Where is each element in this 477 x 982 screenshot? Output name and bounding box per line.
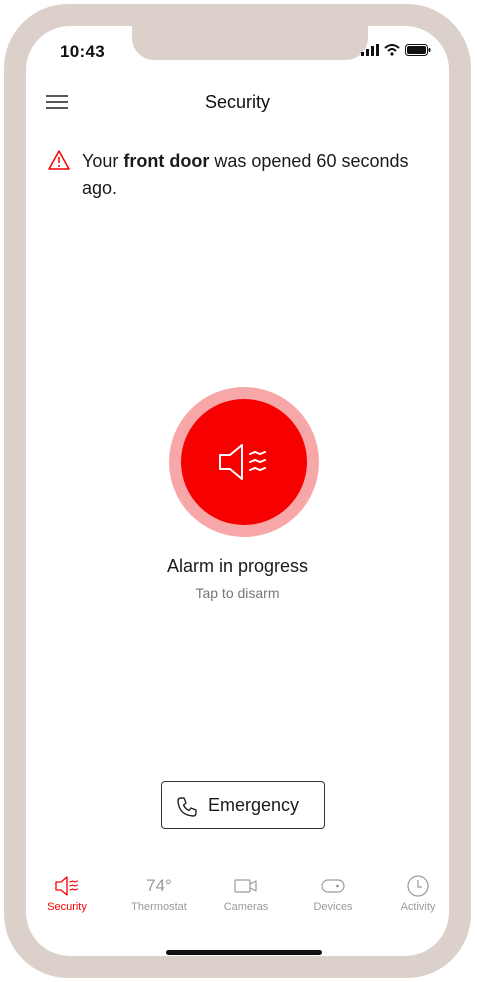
alarm-status: Alarm in progress <box>166 556 309 576</box>
alert-emphasis: front door <box>123 151 210 171</box>
tab-label: Activity <box>400 901 436 913</box>
alarm-core <box>181 399 307 525</box>
home-indicator <box>166 950 322 955</box>
status-icons <box>361 44 431 56</box>
alert-message: Your front door was opened 60 seconds ag… <box>82 148 442 202</box>
phone-screen: 10:43 Security Your front door was opene… <box>26 26 449 956</box>
tab-activity[interactable]: Activity <box>383 874 449 913</box>
status-time: 10:43 <box>60 42 105 61</box>
phone-icon <box>177 797 197 817</box>
tab-label: Security <box>47 901 87 913</box>
alarm-button[interactable] <box>169 387 319 537</box>
tab-cameras[interactable]: Cameras <box>211 874 281 913</box>
page-title: Security <box>204 92 271 112</box>
speaker-icon <box>55 876 79 896</box>
tab-devices[interactable]: Devices <box>298 874 368 913</box>
thermostat-value: 74° <box>146 876 172 895</box>
speaker-icon <box>219 444 266 480</box>
wifi-icon <box>384 44 400 56</box>
clock-icon <box>407 875 429 897</box>
device-icon <box>321 879 345 893</box>
emergency-button[interactable]: Emergency <box>161 781 325 829</box>
tab-label: Cameras <box>223 901 269 913</box>
tab-label: Thermostat <box>131 901 187 913</box>
emergency-label: Emergency <box>208 795 300 815</box>
tab-security[interactable]: Security <box>32 874 102 913</box>
alert-prefix: Your <box>82 151 124 171</box>
battery-icon <box>405 44 431 56</box>
camera-icon <box>234 879 257 893</box>
bottom-tab-bar: Security 74° Thermostat Cameras Devices … <box>26 874 449 924</box>
signal-icon <box>361 44 379 56</box>
warning-icon <box>48 150 70 170</box>
alarm-hint: Tap to disarm <box>195 585 280 601</box>
tab-thermostat[interactable]: 74° Thermostat <box>124 874 194 913</box>
tab-label: Devices <box>313 901 353 913</box>
notch <box>132 26 368 60</box>
app-header: Security <box>26 86 449 120</box>
